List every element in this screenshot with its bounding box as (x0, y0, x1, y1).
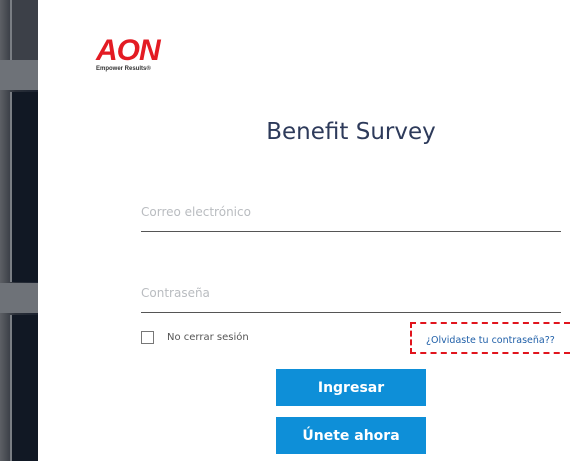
background-photo (0, 0, 38, 461)
window-pane (10, 92, 38, 282)
window-frame (0, 60, 38, 90)
join-button[interactable]: Únete ahora (276, 417, 426, 454)
aon-logo: AON Empower Results® (96, 34, 161, 73)
logo-tagline: Empower Results® (96, 66, 151, 72)
password-field[interactable] (141, 284, 561, 313)
login-button[interactable]: Ingresar (276, 369, 426, 406)
remember-me-label: No cerrar sesión (167, 332, 249, 343)
checkbox-unchecked-icon[interactable] (141, 331, 154, 344)
page-title: Benefit Survey (266, 119, 436, 145)
window-frame (0, 283, 38, 313)
remember-me[interactable]: No cerrar sesión (141, 331, 249, 344)
password-input[interactable] (141, 286, 561, 304)
forgot-password-link[interactable]: ¿Olvidaste tu contraseña?? (426, 335, 555, 346)
window-pane (10, 0, 38, 60)
logo-wordmark: AON (96, 34, 161, 67)
window-pane (10, 315, 38, 461)
email-field[interactable] (141, 203, 561, 232)
email-input[interactable] (141, 205, 561, 223)
